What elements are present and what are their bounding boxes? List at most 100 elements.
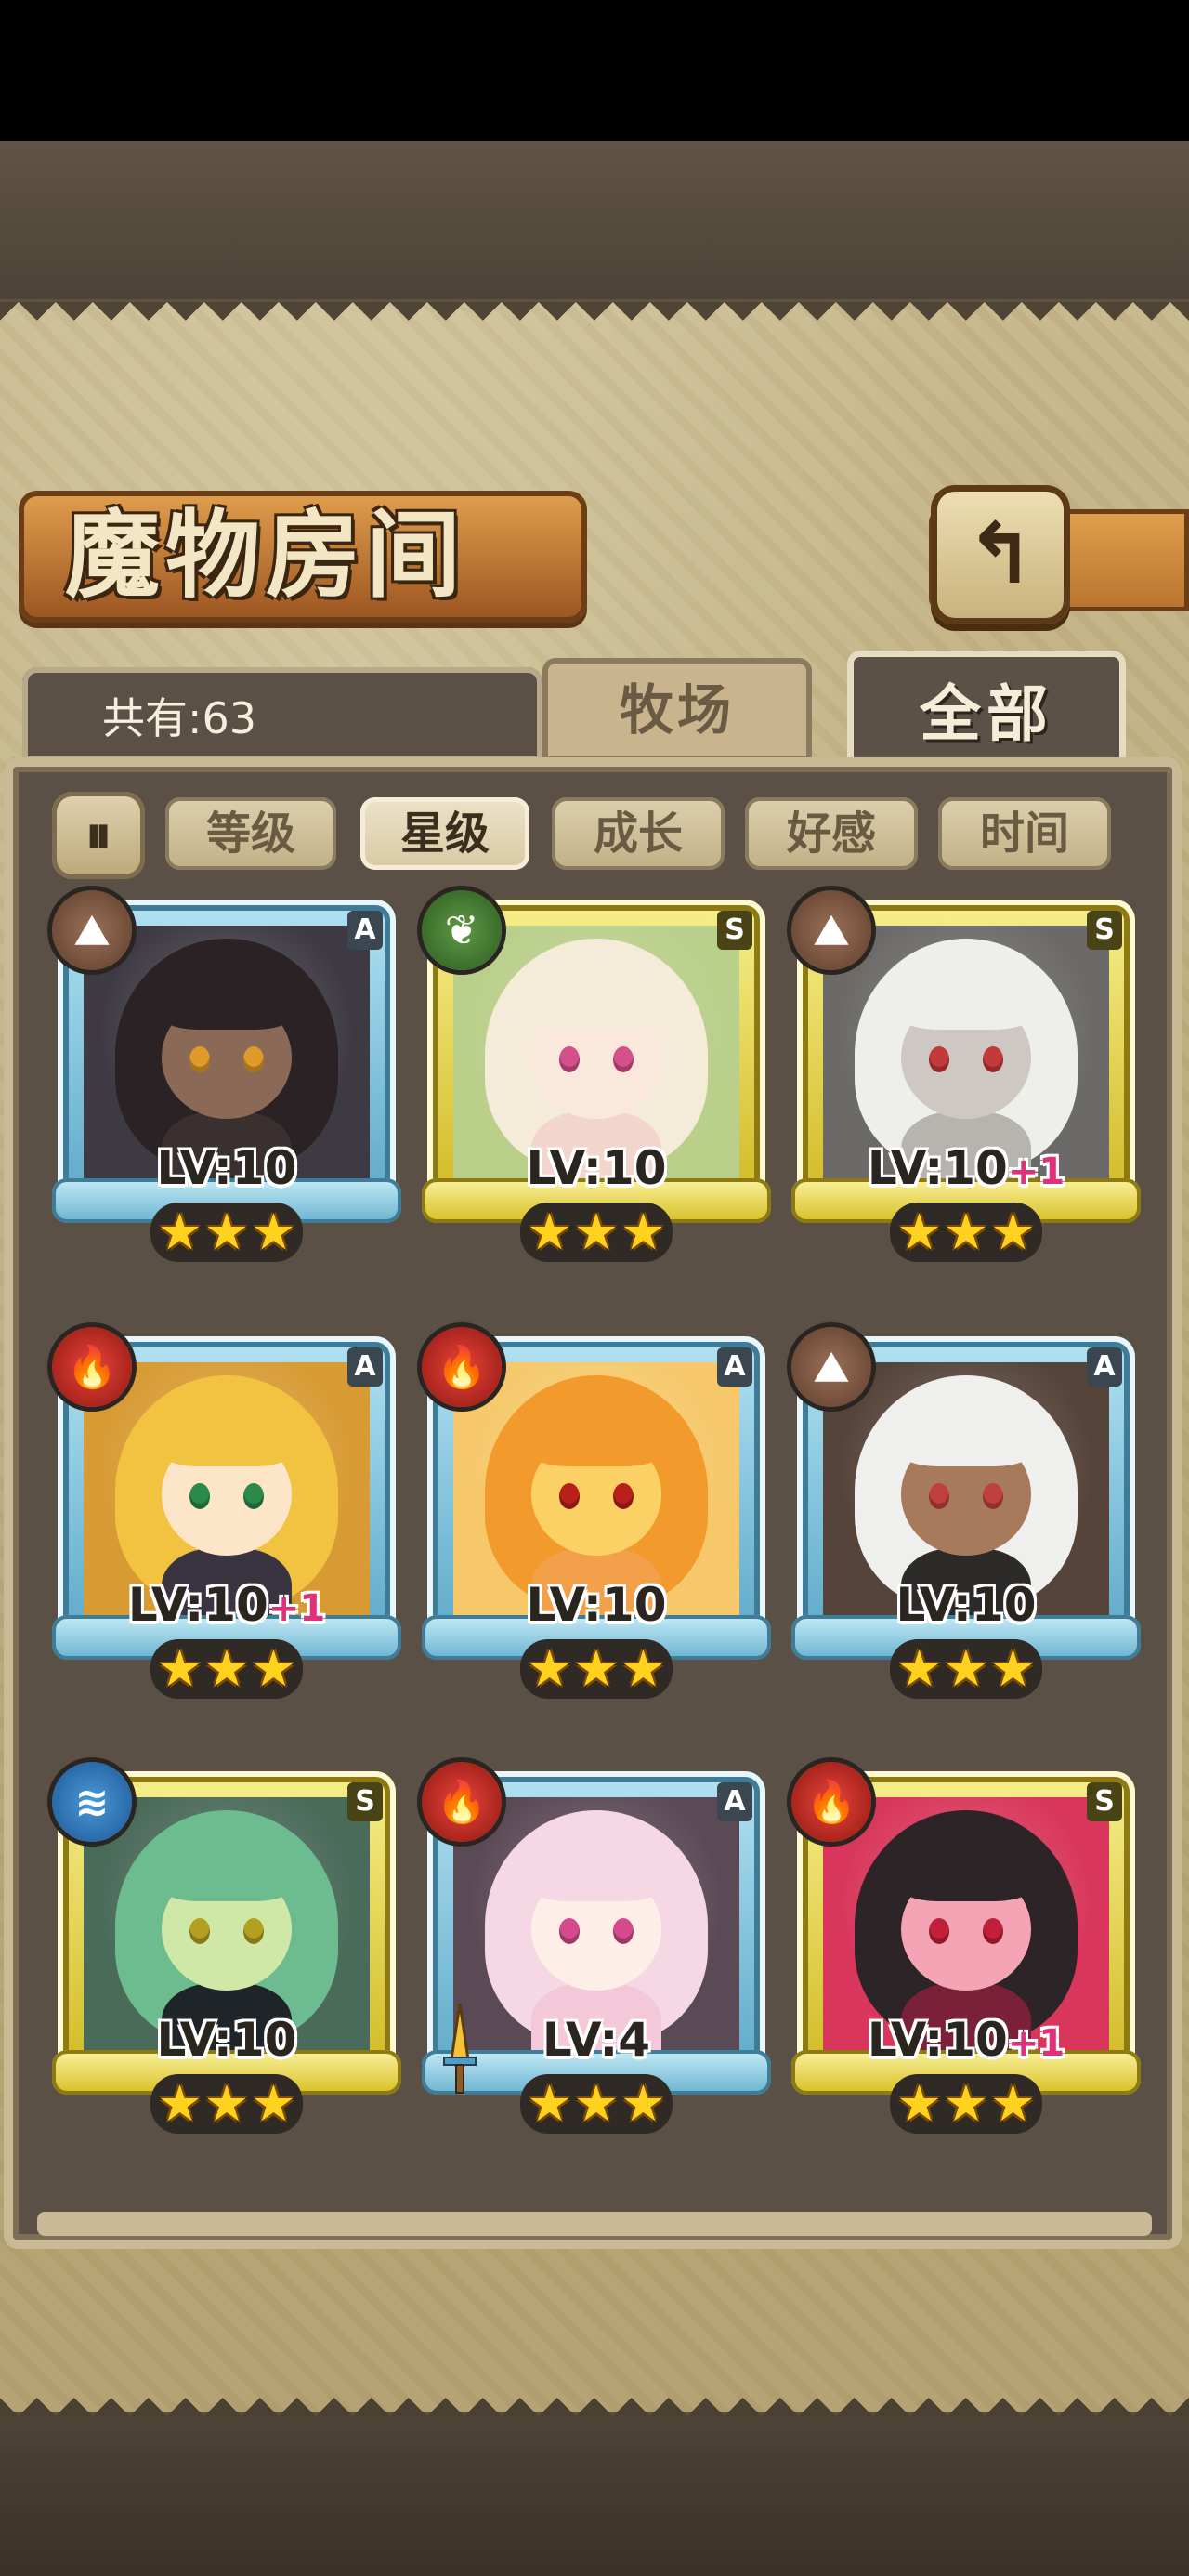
sort-star-button[interactable]: 星级 xyxy=(360,797,529,870)
monster-eye-left xyxy=(929,1483,949,1509)
monster-eye-right xyxy=(243,1483,264,1509)
star-rating: ★ ★ ★ xyxy=(890,1639,1042,1699)
star-icon: ★ xyxy=(251,1639,296,1698)
monster-eye-left xyxy=(189,1918,210,1944)
star-rating: ★ ★ ★ xyxy=(520,1203,673,1262)
rarity-badge: A xyxy=(347,1347,383,1387)
tab-ranch-label: 牧场 xyxy=(619,678,735,742)
star-icon: ★ xyxy=(943,1639,989,1698)
level-label: LV:10+1 xyxy=(797,1141,1135,1195)
level-text: LV:10 xyxy=(127,1578,268,1632)
back-button[interactable]: ↰ xyxy=(931,485,1070,624)
equipped-sword-icon xyxy=(437,2003,483,2096)
star-icon: ★ xyxy=(896,1639,942,1698)
map-band-bottom xyxy=(0,2416,1189,2576)
monster-card[interactable]: S ≋ LV:10 ★ ★ ★ xyxy=(52,1762,401,2152)
star-icon: ★ xyxy=(896,2074,942,2133)
torn-edge-top xyxy=(0,302,1189,339)
star-icon: ★ xyxy=(943,2074,989,2133)
monster-card[interactable]: S 🔥 LV:10+1 ★ ★ ★ xyxy=(791,1762,1141,2152)
star-icon: ★ xyxy=(157,1639,203,1698)
monster-card[interactable]: S ⛰ LV:10+1 ★ ★ ★ xyxy=(791,890,1141,1281)
monster-card[interactable]: A 🔥 LV:10+1 ★ ★ ★ xyxy=(52,1327,401,1717)
monster-eye-left xyxy=(559,1918,580,1944)
sort-order-toggle[interactable]: ⏸ xyxy=(52,792,145,879)
monster-card[interactable]: A ⛰ LV:10 ★ ★ ★ xyxy=(52,890,401,1281)
rarity-badge: A xyxy=(717,1782,752,1821)
level-text: LV:10 xyxy=(156,2013,297,2067)
monster-eye-left xyxy=(189,1483,210,1509)
tab-ranch[interactable]: 牧场 xyxy=(542,658,812,762)
level-text: LV:10 xyxy=(867,1141,1008,1195)
rarity-badge: A xyxy=(1087,1347,1122,1387)
monster-eye-right xyxy=(983,1483,1003,1509)
star-icon: ★ xyxy=(251,1203,296,1261)
star-icon: ★ xyxy=(990,1639,1036,1698)
star-icon: ★ xyxy=(621,1639,666,1698)
water-element-icon: ≋ xyxy=(52,1762,132,1842)
level-text: LV:10 xyxy=(156,1141,297,1195)
monster-eye-right xyxy=(613,1918,634,1944)
map-band-top xyxy=(0,141,1189,299)
star-icon: ★ xyxy=(203,1639,250,1698)
fire-element-icon: 🔥 xyxy=(422,1327,502,1407)
star-icon: ★ xyxy=(573,1639,620,1698)
monster-bangs xyxy=(158,1847,295,1901)
level-text: LV:10 xyxy=(526,1141,667,1195)
level-label: LV:10 xyxy=(58,1141,396,1195)
star-rating: ★ ★ ★ xyxy=(890,1203,1042,1262)
monster-eye-left xyxy=(929,1918,949,1944)
count-panel xyxy=(22,667,542,762)
star-icon: ★ xyxy=(157,2074,203,2133)
earth-element-icon: ⛰ xyxy=(791,890,871,970)
monster-eye-right xyxy=(983,1046,1003,1072)
leaf-element-icon: ❦ xyxy=(422,890,502,970)
level-bonus: +1 xyxy=(1007,1150,1065,1193)
rarity-badge: S xyxy=(347,1782,383,1821)
sort-growth-button[interactable]: 成长 xyxy=(552,797,725,870)
monster-eye-right xyxy=(613,1046,634,1072)
monster-bangs xyxy=(897,1413,1035,1466)
star-icon: ★ xyxy=(896,1203,942,1261)
level-label: LV:10+1 xyxy=(58,1578,396,1632)
star-icon: ★ xyxy=(990,2074,1036,2133)
star-icon: ★ xyxy=(203,1203,250,1261)
star-icon: ★ xyxy=(157,1203,203,1261)
monster-bangs xyxy=(528,976,665,1030)
monster-count: 共有:63 xyxy=(102,693,257,743)
rarity-badge: S xyxy=(717,911,752,950)
monster-bangs xyxy=(158,1413,295,1466)
star-icon: ★ xyxy=(943,1203,989,1261)
frame-bottom-rail xyxy=(37,2212,1152,2236)
monster-eye-left xyxy=(559,1046,580,1072)
rarity-badge: A xyxy=(717,1347,752,1387)
monster-card[interactable]: A 🔥 LV:4 ★ ★ ★ xyxy=(422,1762,771,2152)
fire-element-icon: 🔥 xyxy=(791,1762,871,1842)
monster-bangs xyxy=(528,1847,665,1901)
star-icon: ★ xyxy=(527,1639,572,1698)
monster-eye-right xyxy=(983,1918,1003,1944)
monster-bangs xyxy=(897,976,1035,1030)
level-text: LV:10 xyxy=(526,1578,667,1632)
back-arrow-icon: ↰ xyxy=(965,506,1036,603)
status-bar xyxy=(0,0,1189,141)
star-icon: ★ xyxy=(990,1203,1036,1261)
rarity-badge: A xyxy=(347,911,383,950)
fire-element-icon: 🔥 xyxy=(422,1762,502,1842)
monster-eye-left xyxy=(189,1046,210,1072)
monster-card[interactable]: A ⛰ LV:10 ★ ★ ★ xyxy=(791,1327,1141,1717)
star-rating: ★ ★ ★ xyxy=(520,2074,673,2134)
fire-element-icon: 🔥 xyxy=(52,1327,132,1407)
monster-eye-right xyxy=(243,1918,264,1944)
monster-eye-left xyxy=(559,1483,580,1509)
star-rating: ★ ★ ★ xyxy=(150,1203,303,1262)
level-label: LV:10+1 xyxy=(797,2013,1135,2067)
level-text: LV:4 xyxy=(542,2013,651,2067)
sort-level-button[interactable]: 等级 xyxy=(165,797,336,870)
star-rating: ★ ★ ★ xyxy=(520,1639,673,1699)
star-icon: ★ xyxy=(573,1203,620,1261)
monster-card[interactable]: S ❦ LV:10 ★ ★ ★ xyxy=(422,890,771,1281)
sort-time-button[interactable]: 时间 xyxy=(938,797,1111,870)
sort-affection-button[interactable]: 好感 xyxy=(745,797,918,870)
monster-card[interactable]: A 🔥 LV:10 ★ ★ ★ xyxy=(422,1327,771,1717)
